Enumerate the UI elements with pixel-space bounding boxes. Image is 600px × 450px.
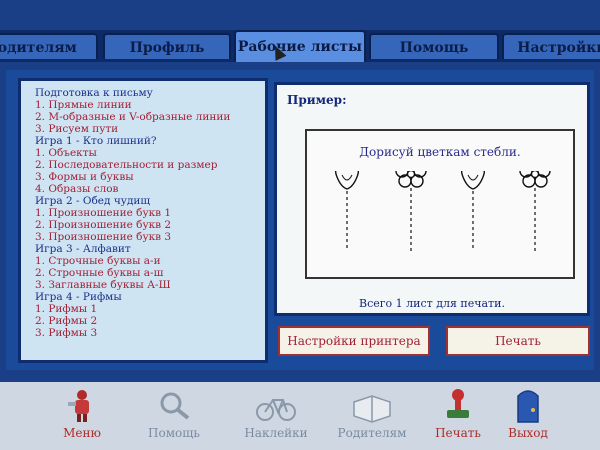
- toolbar-exit-label: Выход: [508, 426, 548, 440]
- bottom-toolbar: Меню Помощь Наклейки Родителям Печать Вы…: [0, 382, 600, 450]
- toolbar-parents-label: Родителям: [337, 426, 407, 440]
- lesson-item[interactable]: 3. Формы и буквы: [35, 171, 265, 183]
- stamp-icon: [447, 389, 469, 418]
- lesson-group-heading: Игра 4 - Рифмы: [35, 291, 122, 303]
- flower-4-icon: [519, 171, 551, 251]
- lesson-group-heading: Игра 1 - Кто лишний?: [35, 135, 157, 147]
- flower-3-icon: [460, 171, 486, 251]
- tab-parents[interactable]: Родителям: [0, 33, 98, 59]
- lesson-group-heading: Игра 2 - Обед чудищ: [35, 195, 151, 207]
- lesson-group-heading: Игра 3 - Алфавит: [35, 243, 131, 255]
- lesson-item[interactable]: 2. Рифмы 2: [35, 315, 265, 327]
- worksheet-title: Дорисуй цветкам стебли.: [359, 145, 521, 159]
- toolbar-help-label: Помощь: [148, 426, 200, 440]
- tab-help[interactable]: Помощь: [369, 33, 499, 59]
- printer-settings-button[interactable]: Настройки принтера: [278, 326, 430, 356]
- toolbar-print-button[interactable]: Печать: [418, 382, 498, 450]
- tab-bar: Родителям Профиль Рабочие листы Помощь Н…: [0, 30, 600, 62]
- flower-1-icon: [334, 171, 360, 251]
- app-window: Родителям Профиль Рабочие листы Помощь Н…: [0, 0, 600, 450]
- preview-label: Пример:: [287, 93, 347, 107]
- flower-2-icon: [395, 171, 427, 251]
- door-icon: [517, 390, 539, 423]
- lesson-item[interactable]: 3. Заглавные буквы А-Ш: [35, 279, 265, 291]
- sheets-count-note: Всего 1 лист для печати.: [359, 297, 505, 310]
- lesson-item[interactable]: 2. Произношение букв 2: [35, 219, 265, 231]
- lesson-item[interactable]: 1. Произношение букв 1: [35, 207, 265, 219]
- toolbar-print-label: Печать: [435, 426, 481, 440]
- lesson-item[interactable]: 1. Строчные буквы а-и: [35, 255, 265, 267]
- book-icon: [353, 395, 391, 423]
- bicycle-icon: [256, 399, 296, 421]
- magnifier-icon: [160, 392, 190, 420]
- toolbar-parents-button[interactable]: Родителям: [332, 382, 412, 450]
- lesson-item[interactable]: 1. Рифмы 1: [35, 303, 265, 315]
- tab-worksheets[interactable]: Рабочие листы: [234, 30, 366, 62]
- lesson-item[interactable]: 1. Объекты: [35, 147, 265, 159]
- lesson-item[interactable]: 3. Рисуем пути: [35, 123, 265, 135]
- lesson-item[interactable]: 2. М-образные и V-образные линии: [35, 111, 265, 123]
- toolbar-stickers-button[interactable]: Наклейки: [236, 382, 316, 450]
- preview-panel: Пример: Дорисуй цветкам стебли. Всего 1 …: [274, 82, 590, 316]
- lesson-item[interactable]: 1. Прямые линии: [35, 99, 265, 111]
- toolbar-exit-button[interactable]: Выход: [488, 382, 568, 450]
- tab-settings[interactable]: Настройки: [502, 33, 600, 59]
- worksheet-flowers: [334, 171, 551, 251]
- lesson-item[interactable]: 2. Строчные буквы а-ш: [35, 267, 265, 279]
- lesson-list: Подготовка к письму 1. Прямые линии 2. М-о…: [18, 78, 268, 363]
- tab-profile[interactable]: Профиль: [103, 33, 231, 59]
- lesson-item[interactable]: 3. Произношение букв 3: [35, 231, 265, 243]
- toolbar-help-button[interactable]: Помощь: [134, 382, 214, 450]
- lesson-item[interactable]: 3. Рифмы 3: [35, 327, 265, 339]
- lesson-item[interactable]: 4. Образы слов: [35, 183, 265, 195]
- toolbar-menu-button[interactable]: Меню: [42, 382, 122, 450]
- lesson-group-heading: Подготовка к письму: [35, 87, 153, 99]
- print-button[interactable]: Печать: [446, 326, 590, 356]
- toolbar-menu-label: Меню: [63, 426, 101, 440]
- menu-figure-icon: [68, 390, 89, 422]
- lesson-item[interactable]: 2. Последовательности и размер: [35, 159, 265, 171]
- toolbar-stickers-label: Наклейки: [244, 426, 308, 440]
- worksheets-panel: Подготовка к письму 1. Прямые линии 2. М-о…: [6, 70, 594, 370]
- worksheet-preview: Дорисуй цветкам стебли.: [305, 129, 575, 279]
